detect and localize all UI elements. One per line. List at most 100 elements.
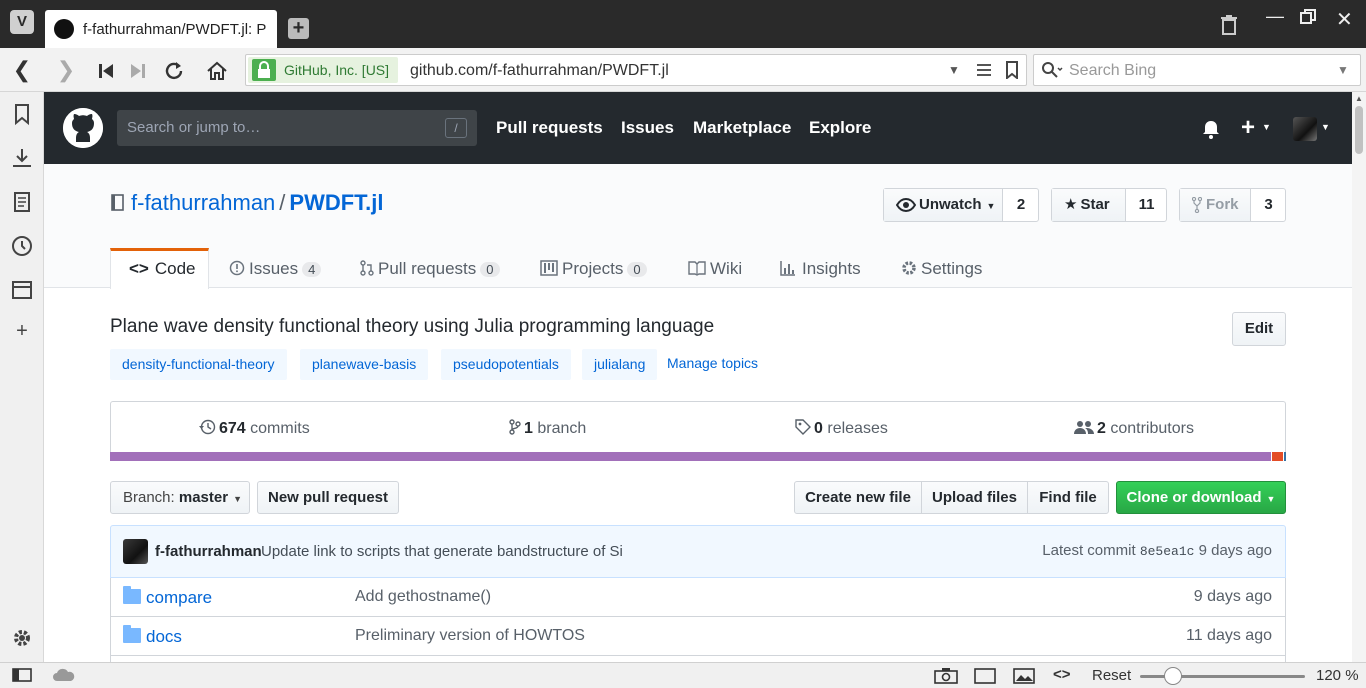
user-dropdown-icon[interactable]: ▼ [1321, 122, 1330, 132]
tab-issues[interactable]: Issues 4 [229, 248, 322, 288]
clone-or-download-button[interactable]: Clone or download ▼ [1116, 481, 1286, 514]
back-icon[interactable]: ❮ [10, 59, 34, 83]
upload-files-button[interactable]: Upload files [922, 482, 1028, 513]
nav-explore[interactable]: Explore [809, 118, 871, 138]
github-search-input[interactable]: Search or jump to… / [117, 110, 477, 146]
image-icon[interactable] [1013, 668, 1035, 684]
tab-projects[interactable]: Projects 0 [540, 248, 647, 288]
reader-view-icon[interactable] [976, 61, 992, 79]
url-text[interactable]: github.com/f-fathurrahman/PWDFT.jl [410, 62, 669, 80]
file-commit-message-link[interactable]: Add gethostname() [355, 588, 491, 606]
file-actions-group: Create new file Upload files Find file [794, 481, 1109, 514]
new-pull-request-button[interactable]: New pull request [257, 481, 399, 514]
user-avatar[interactable] [1293, 117, 1317, 141]
repo-name-link[interactable]: PWDFT.jl [289, 190, 383, 215]
tab-settings[interactable]: Settings [901, 248, 982, 288]
maximize-icon[interactable] [1300, 9, 1316, 25]
unwatch-dropdown-icon: ▼ [986, 201, 996, 211]
unwatch-button[interactable]: Unwatch ▼ [884, 189, 1003, 221]
nav-issues[interactable]: Issues [621, 118, 674, 138]
commit-author-avatar[interactable] [123, 539, 148, 564]
language-bar[interactable] [110, 452, 1286, 461]
fast-forward-icon[interactable] [126, 59, 150, 83]
topic-tag[interactable]: julialang [582, 349, 658, 380]
repo-owner-link[interactable]: f-fathurrahman [131, 190, 275, 215]
add-panel-icon[interactable]: + [10, 320, 34, 344]
active-tab[interactable]: f-fathurrahman/PWDFT.jl: P [45, 10, 277, 48]
tab-code[interactable]: <> Code [110, 248, 209, 289]
bookmarks-panel-icon[interactable] [10, 102, 34, 126]
settings-gear-icon[interactable] [10, 626, 34, 650]
address-bar[interactable]: GitHub, Inc. [US] github.com/f-fathurrah… [245, 54, 1027, 86]
forks-count[interactable]: 3 [1251, 189, 1286, 221]
nav-pull-requests[interactable]: Pull requests [496, 118, 603, 138]
forward-icon[interactable]: ❯ [54, 59, 78, 83]
create-new-file-button[interactable]: Create new file [795, 482, 922, 513]
language-bar-segment[interactable] [1271, 452, 1283, 461]
reload-icon[interactable] [162, 59, 186, 83]
commit-sha-link[interactable]: 8e5ea1c [1140, 544, 1195, 559]
window-panel-icon[interactable] [10, 278, 34, 302]
file-commit-message-link[interactable]: Preliminary version of HOWTOS [355, 627, 585, 645]
topic-tag[interactable]: planewave-basis [300, 349, 429, 380]
address-dropdown-icon[interactable]: ▼ [948, 63, 960, 77]
zoom-slider-handle[interactable] [1164, 667, 1182, 685]
site-security-badge[interactable]: GitHub, Inc. [US] [248, 57, 398, 83]
tab-insights[interactable]: Insights [780, 248, 861, 288]
new-tab-button[interactable]: + [288, 18, 309, 39]
github-logo-icon[interactable] [63, 108, 103, 148]
camera-icon[interactable] [934, 668, 958, 684]
notes-panel-icon[interactable] [10, 190, 34, 214]
topic-tag[interactable]: density-functional-theory [110, 349, 287, 380]
watchers-count[interactable]: 2 [1003, 189, 1039, 221]
language-bar-segment[interactable] [110, 452, 1272, 461]
manage-topics-link[interactable]: Manage topics [667, 355, 758, 371]
branches-link[interactable]: 1 branch [509, 419, 586, 438]
tab-pull-requests[interactable]: Pull requests 0 [360, 248, 500, 288]
home-icon[interactable] [205, 59, 229, 83]
downloads-panel-icon[interactable] [10, 146, 34, 170]
rewind-icon[interactable] [94, 59, 118, 83]
file-name-link[interactable]: compare [146, 588, 212, 608]
create-dropdown-icon[interactable]: ▼ [1262, 122, 1271, 132]
edit-description-button[interactable]: Edit [1232, 312, 1286, 346]
search-placeholder: Search Bing [1069, 62, 1157, 79]
create-new-plus-icon[interactable]: + [1241, 114, 1255, 142]
commit-message-link[interactable]: Update link to scripts that generate ban… [261, 543, 623, 560]
zoom-reset-button[interactable]: Reset [1092, 667, 1131, 684]
nav-marketplace[interactable]: Marketplace [693, 118, 791, 138]
releases-link[interactable]: 0 releases [795, 419, 888, 438]
search-engine-box[interactable]: Search Bing ▼ [1033, 54, 1361, 86]
contributors-link[interactable]: 2 contributors [1074, 419, 1194, 438]
search-dropdown-icon[interactable]: ▼ [1337, 63, 1349, 77]
bookmark-icon[interactable] [1005, 61, 1019, 79]
page-tiling-icon[interactable] [974, 668, 996, 684]
code-view-icon[interactable]: <> [1053, 666, 1071, 683]
commit-author-link[interactable]: f-fathurrahman [155, 543, 262, 560]
trash-icon[interactable] [1218, 14, 1240, 36]
stars-count[interactable]: 11 [1126, 189, 1167, 221]
file-name-link[interactable]: docs [146, 627, 182, 647]
page-scrollbar[interactable]: ▲ [1352, 92, 1366, 662]
vivaldi-menu-button[interactable]: V [10, 10, 34, 34]
repository-title: f-fathurrahman / PWDFT.jl [131, 190, 384, 216]
minimize-icon[interactable]: — [1266, 6, 1284, 27]
fork-button[interactable]: Fork [1180, 189, 1251, 221]
scrollbar-thumb[interactable] [1355, 106, 1363, 154]
scroll-up-icon[interactable]: ▲ [1355, 94, 1363, 103]
branch-select-button[interactable]: Branch: master ▼ [110, 481, 250, 514]
cloud-sync-icon[interactable] [52, 668, 76, 682]
pull-request-icon [360, 260, 374, 276]
language-bar-segment[interactable] [1282, 452, 1286, 461]
close-icon[interactable]: ✕ [1336, 7, 1353, 32]
tab-wiki[interactable]: Wiki [688, 248, 742, 288]
history-panel-icon[interactable] [10, 234, 34, 258]
commits-link[interactable]: 674 commits [199, 419, 310, 438]
star-label: Star [1080, 196, 1110, 213]
panel-toggle-icon[interactable] [12, 668, 32, 682]
star-button[interactable]: ★ Star [1052, 189, 1126, 221]
commits-count: 674 [219, 420, 246, 437]
topic-tag[interactable]: pseudopotentials [441, 349, 571, 380]
find-file-button[interactable]: Find file [1028, 482, 1108, 513]
notifications-bell-icon[interactable] [1201, 119, 1221, 139]
